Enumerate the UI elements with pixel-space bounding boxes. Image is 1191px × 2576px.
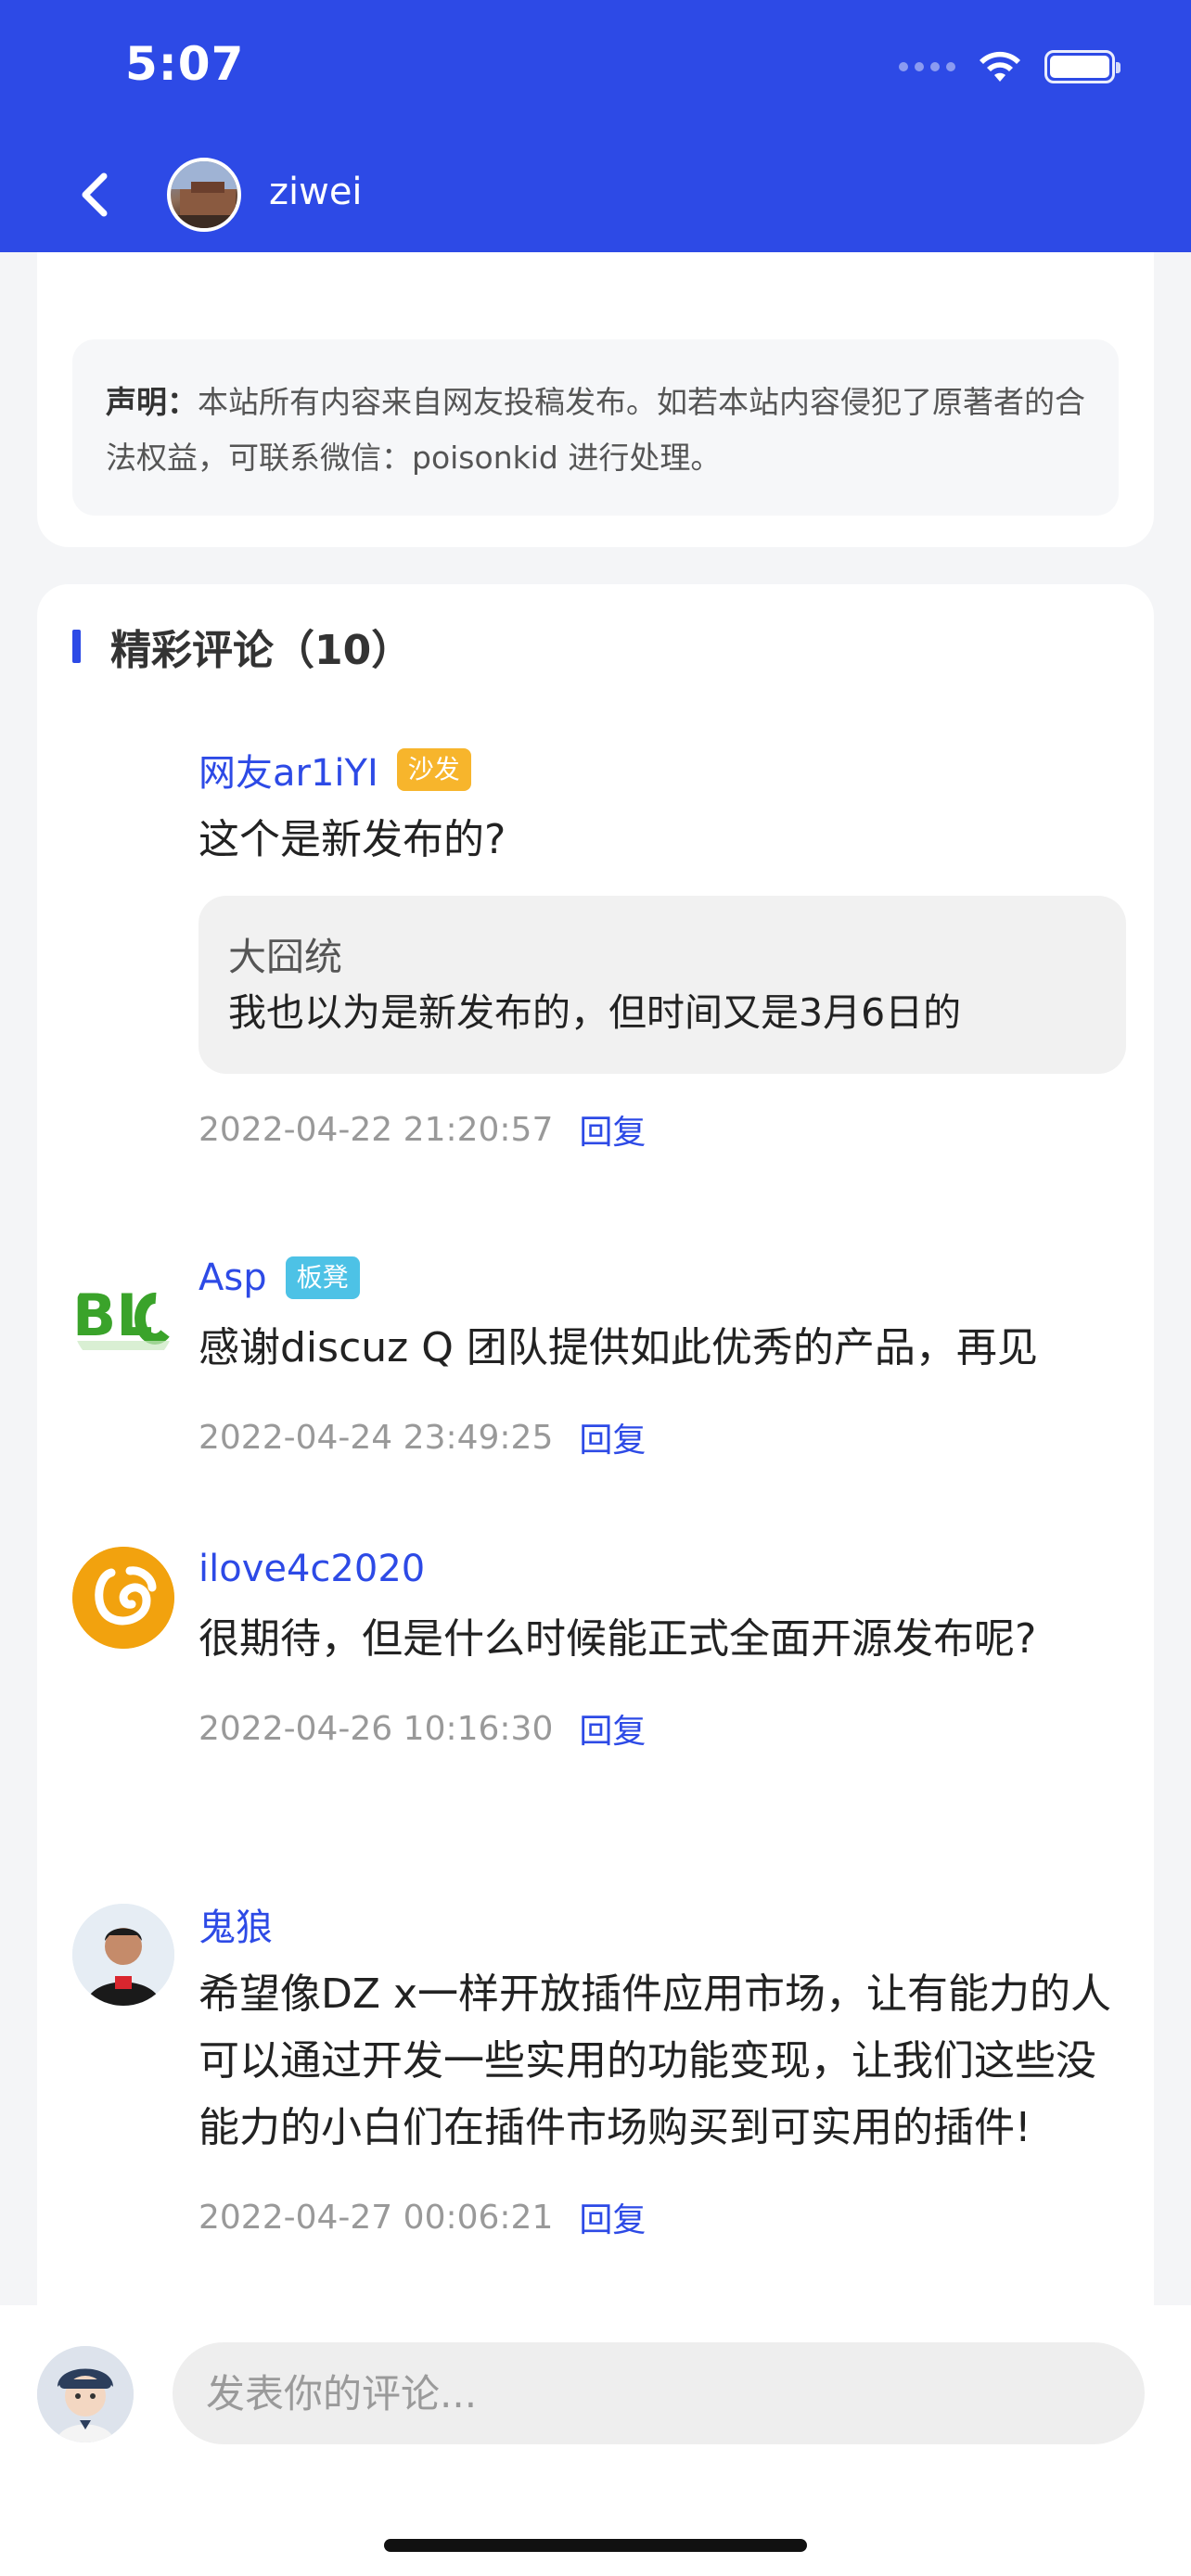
comment-meta: 2022-04-22 21:20:57 回复 xyxy=(198,1102,1126,1157)
comments-header: 精彩评论（10） xyxy=(72,614,412,679)
home-indicator xyxy=(384,2539,807,2552)
bench-badge: 板凳 xyxy=(285,1256,360,1299)
user-avatar[interactable] xyxy=(72,1904,174,2006)
notice-label: 声明： xyxy=(106,384,198,420)
comment-bar xyxy=(0,2305,1191,2576)
comment-body: 鬼狼 希望像DZ x一样开放插件应用市场，让有能力的人可以通过开发一些实用的功能… xyxy=(198,1896,1126,2245)
battery-icon xyxy=(1044,50,1121,83)
comment-author-row: ilove4c2020 xyxy=(198,1541,1126,1597)
comments-card: 精彩评论（10） 网友ar1iYI 沙发 这个是新发布的? 大囧统 我也以为是新… xyxy=(37,584,1154,2346)
comment-text: 感谢discuz Q 团队提供如此优秀的产品，再见 xyxy=(198,1324,1038,1371)
comment-text: 希望像DZ x一样开放插件应用市场，让有能力的人可以通过开发一些实用的功能变现，… xyxy=(198,1970,1112,2151)
comment-author-row: Asp 板凳 xyxy=(198,1250,1126,1306)
quote-author: 大囧统 xyxy=(228,935,342,979)
comment-body: 网友ar1iYI 沙发 这个是新发布的? 大囧统 我也以为是新发布的，但时间又是… xyxy=(198,742,1126,1157)
comment-author-row: 鬼狼 xyxy=(198,1896,1126,1952)
reply-quote[interactable]: 大囧统 我也以为是新发布的，但时间又是3月6日的 xyxy=(198,896,1126,1074)
user-avatar[interactable]: BL xyxy=(72,1269,174,1371)
author-avatar[interactable] xyxy=(167,158,241,232)
comment-input[interactable] xyxy=(173,2342,1145,2444)
reply-button[interactable]: 回复 xyxy=(579,1704,646,1753)
status-time: 5:07 xyxy=(125,37,245,91)
signal-icon xyxy=(899,62,955,71)
comment-body: Asp 板凳 感谢discuz Q 团队提供如此优秀的产品，再见 2022-04… xyxy=(198,1250,1126,1465)
comment-text: 这个是新发布的? xyxy=(198,816,506,863)
copyright-notice: 声明：本站所有内容来自网友投稿发布。如若本站内容侵犯了原著者的合法权益，可联系微… xyxy=(72,339,1119,516)
author-name[interactable]: ziwei xyxy=(269,171,363,213)
comment-time: 2022-04-27 00:06:21 xyxy=(198,2198,554,2237)
comment-author[interactable]: Asp xyxy=(198,1256,267,1299)
user-avatar[interactable] xyxy=(72,1547,174,1649)
comment-author[interactable]: 网友ar1iYI xyxy=(198,743,378,797)
back-arrow-icon[interactable] xyxy=(72,169,124,221)
comment-meta: 2022-04-24 23:49:25 回复 xyxy=(198,1409,1126,1465)
reply-button[interactable]: 回复 xyxy=(579,1105,646,1154)
sofa-badge: 沙发 xyxy=(396,748,471,791)
app-header: 5:07 ziwei xyxy=(0,0,1191,252)
my-avatar[interactable] xyxy=(37,2346,134,2442)
comment-time: 2022-04-24 23:49:25 xyxy=(198,1418,554,1457)
comment-meta: 2022-04-27 00:06:21 回复 xyxy=(198,2189,1126,2245)
comment-author[interactable]: 鬼狼 xyxy=(198,1897,273,1951)
status-icons xyxy=(899,46,1121,87)
comment-text: 很期待，但是什么时候能正式全面开源发布呢? xyxy=(198,1615,1037,1663)
reply-button[interactable]: 回复 xyxy=(579,1413,646,1461)
comment-body: ilove4c2020 很期待，但是什么时候能正式全面开源发布呢? 2022-0… xyxy=(198,1541,1126,1756)
comment-author[interactable]: ilove4c2020 xyxy=(198,1548,425,1590)
notice-text: 本站所有内容来自网友投稿发布。如若本站内容侵犯了原著者的合法权益，可联系微信：p… xyxy=(106,384,1085,476)
comment-time: 2022-04-26 10:16:30 xyxy=(198,1709,554,1748)
comment-time: 2022-04-22 21:20:57 xyxy=(198,1110,554,1149)
comment-author-row: 网友ar1iYI 沙发 xyxy=(198,742,1126,797)
wifi-icon xyxy=(980,51,1020,82)
reply-button[interactable]: 回复 xyxy=(579,2193,646,2241)
quote-text: 我也以为是新发布的，但时间又是3月6日的 xyxy=(228,990,962,1035)
comments-title: 精彩评论（10） xyxy=(110,627,413,674)
nav-bar: ziwei xyxy=(0,148,1191,241)
comment-meta: 2022-04-26 10:16:30 回复 xyxy=(198,1701,1126,1756)
section-accent-bar xyxy=(72,630,81,663)
